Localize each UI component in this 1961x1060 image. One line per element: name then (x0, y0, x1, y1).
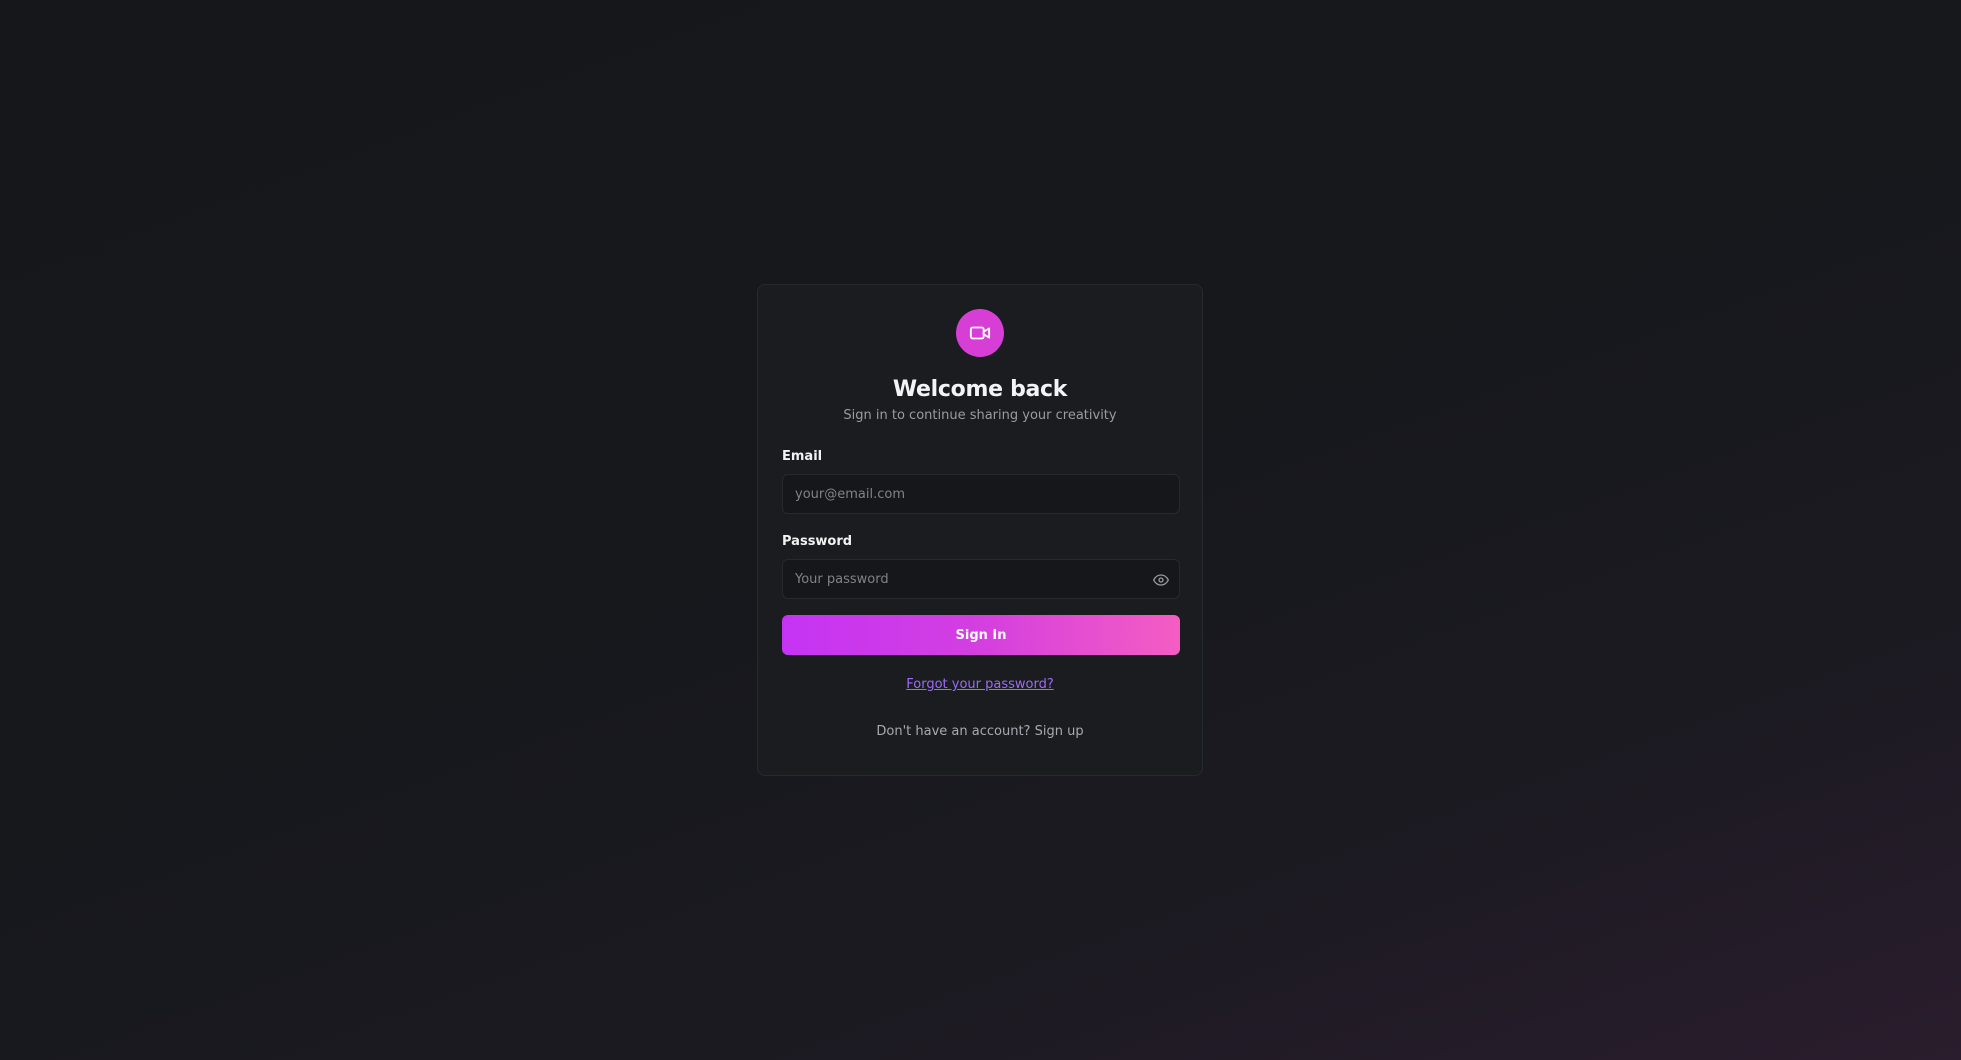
password-label: Password (782, 534, 853, 549)
sign-in-button[interactable]: Sign In (782, 615, 1180, 655)
forgot-password-link[interactable]: Forgot your password? (782, 677, 1178, 692)
login-card: Welcome back Sign in to continue sharing… (757, 284, 1203, 776)
password-input[interactable] (783, 560, 1179, 598)
email-label: Email (782, 449, 823, 464)
signup-prompt: Don't have an account? Sign up (782, 724, 1178, 739)
signup-prompt-text: Don't have an account? (876, 724, 1031, 739)
eye-icon[interactable] (1153, 572, 1169, 588)
page-subtitle: Sign in to continue sharing your creativ… (843, 408, 1117, 423)
page-title: Welcome back (892, 377, 1068, 402)
video-camera-icon (969, 326, 991, 340)
logo-badge (956, 309, 1004, 357)
email-input[interactable] (783, 475, 1179, 513)
sign-up-link[interactable]: Sign up (1035, 724, 1084, 739)
password-field-wrapper (782, 559, 1180, 599)
email-field-wrapper (782, 474, 1180, 514)
